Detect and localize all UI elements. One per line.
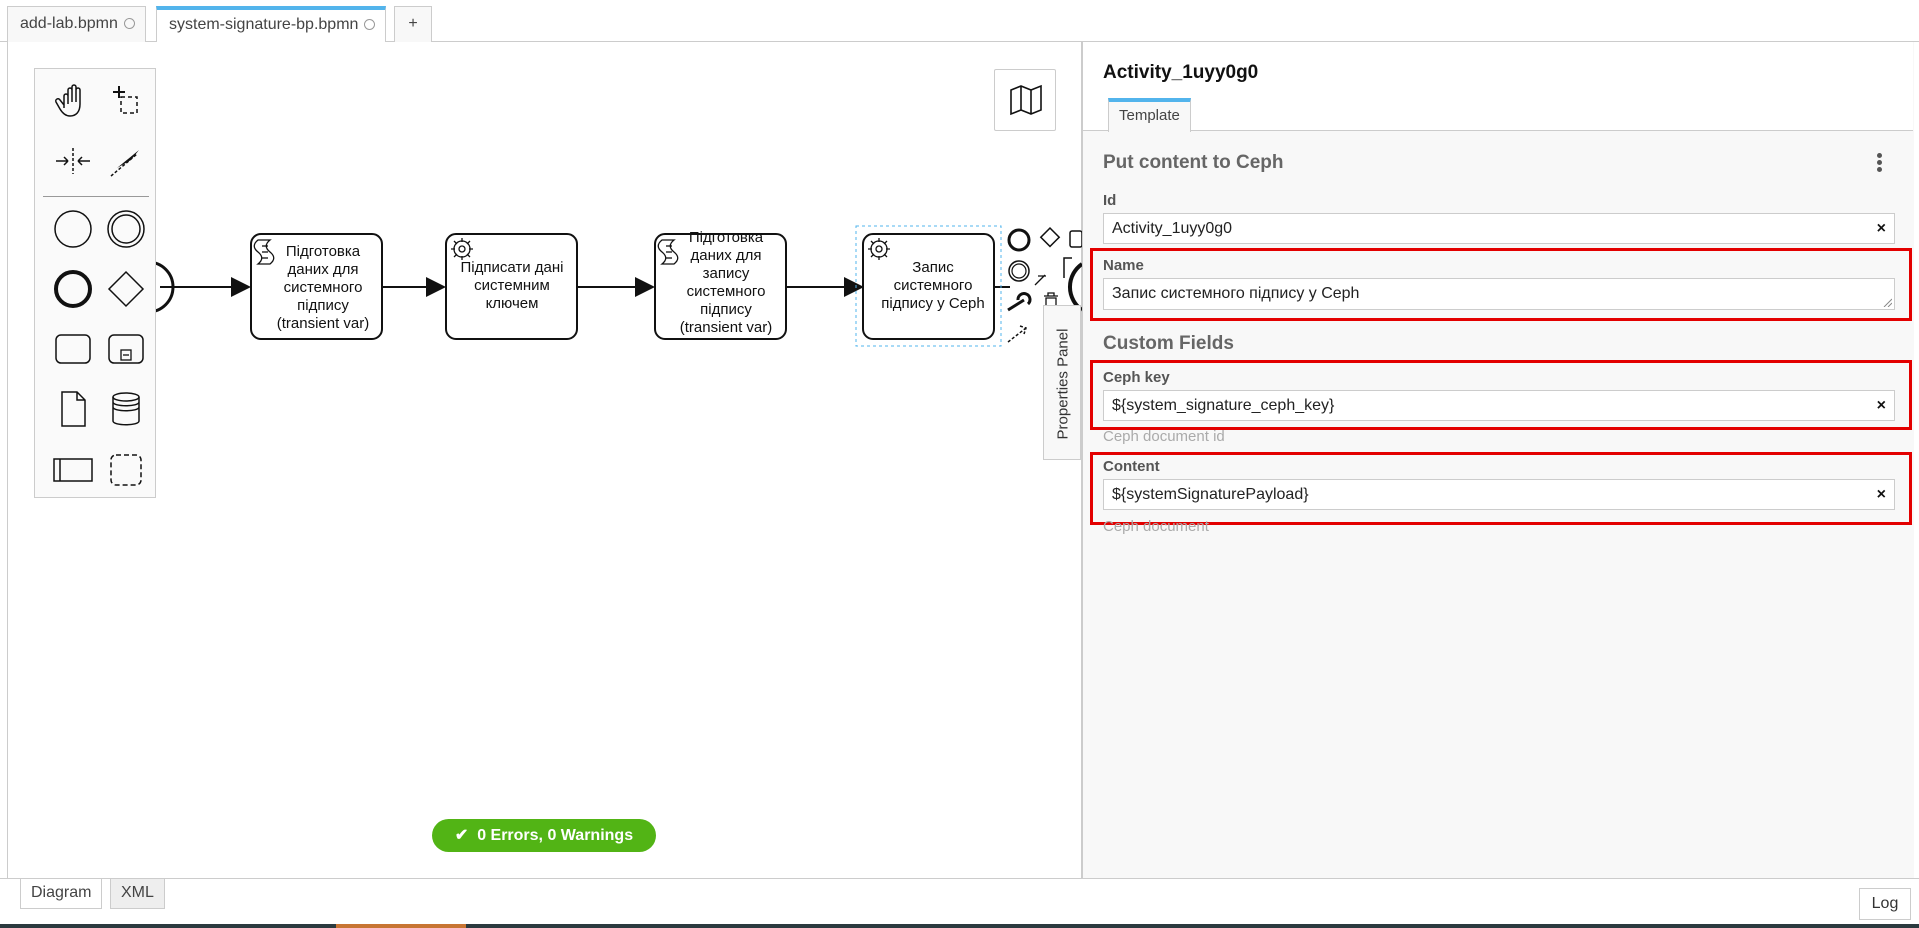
ceph-key-input[interactable]: ${system_signature_ceph_key} × — [1103, 390, 1895, 421]
element-title: Activity_1uyy0g0 — [1103, 62, 1259, 83]
subprocess-tool-icon[interactable] — [103, 326, 149, 372]
data-store-tool-icon[interactable] — [103, 386, 149, 432]
name-textarea[interactable]: Запис системного підпису у Ceph — [1103, 278, 1895, 310]
template-group-title: Put content to Ceph — [1103, 152, 1284, 173]
ceph-key-label: Ceph key — [1103, 369, 1170, 386]
task-label: Запис системного підпису у Ceph — [881, 259, 985, 312]
tab-xml[interactable]: XML — [110, 879, 165, 909]
content-input[interactable]: ${systemSignaturePayload} × — [1103, 479, 1895, 510]
text-annotation-icon[interactable] — [1034, 274, 1046, 286]
lint-status-text: 0 Errors, 0 Warnings — [477, 827, 634, 844]
tab-template[interactable]: Template — [1108, 98, 1191, 132]
tool-palette — [34, 68, 156, 498]
minimap-toggle-button[interactable] — [994, 69, 1056, 131]
content-label: Content — [1103, 458, 1160, 475]
content-value: ${systemSignaturePayload} — [1112, 486, 1309, 503]
clear-id-icon[interactable]: × — [1877, 214, 1886, 243]
task-label: Підготовка даних для запису системного п… — [679, 229, 773, 336]
start-event-tool-icon[interactable] — [50, 206, 96, 252]
lint-status-badge[interactable]: ✔ 0 Errors, 0 Warnings — [432, 819, 656, 852]
clear-ceph-key-icon[interactable]: × — [1877, 391, 1886, 420]
checkmark-icon: ✔ — [454, 827, 469, 844]
change-type-wrench-icon[interactable] — [1007, 292, 1032, 312]
properties-panel-toggle[interactable]: Properties Panel — [1043, 305, 1081, 460]
space-tool-icon[interactable] — [50, 138, 96, 184]
custom-fields-title: Custom Fields — [1103, 333, 1234, 354]
status-line-segment — [336, 924, 466, 928]
group-tool-icon[interactable] — [103, 446, 149, 492]
pool-tool-icon[interactable] — [50, 446, 96, 492]
global-connect-tool-icon[interactable] — [103, 138, 149, 184]
bottom-bar: Diagram XML Log — [0, 878, 1919, 928]
intermediate-event-tool-icon[interactable] — [103, 206, 149, 252]
properties-panel-toggle-label: Properties Panel — [1054, 328, 1072, 440]
append-gateway-icon[interactable] — [1039, 227, 1061, 248]
task-label: Підготовка даних для системного підпису … — [276, 243, 370, 332]
resize-handle-icon[interactable] — [1882, 297, 1892, 307]
id-label: Id — [1103, 192, 1117, 209]
ceph-key-value: ${system_signature_ceph_key} — [1112, 397, 1335, 414]
hand-tool-icon[interactable] — [50, 78, 96, 124]
task-label: Підписати дані системним ключем — [460, 259, 564, 312]
status-line — [0, 924, 1919, 928]
end-event[interactable] — [1068, 262, 1082, 312]
palette-separator — [43, 196, 149, 197]
name-value: Запис системного підпису у Ceph — [1112, 285, 1360, 302]
append-end-event-icon[interactable] — [1007, 228, 1031, 252]
properties-panel: Activity_1uyy0g0 Template Put content to… — [1082, 42, 1914, 878]
lasso-tool-icon[interactable] — [103, 78, 149, 124]
more-options-icon[interactable] — [1875, 152, 1883, 174]
task-tool-icon[interactable] — [50, 326, 96, 372]
name-label: Name — [1103, 257, 1144, 274]
end-event-tool-icon[interactable] — [50, 266, 96, 312]
tab-diagram[interactable]: Diagram — [20, 879, 103, 909]
map-icon — [1010, 84, 1042, 116]
data-object-tool-icon[interactable] — [50, 386, 96, 432]
bpmn-diagram — [147, 225, 1082, 347]
ceph-key-description: Ceph document id — [1103, 428, 1225, 445]
content-description: Ceph document — [1103, 518, 1209, 535]
gateway-tool-icon[interactable] — [103, 266, 149, 312]
properties-header: Activity_1uyy0g0 Template — [1083, 42, 1913, 132]
connect-icon[interactable] — [1007, 325, 1027, 343]
append-task-icon[interactable] — [1069, 230, 1082, 248]
id-input[interactable]: Activity_1uyy0g0 × — [1103, 213, 1895, 244]
log-button[interactable]: Log — [1859, 888, 1911, 920]
id-value: Activity_1uyy0g0 — [1112, 220, 1233, 237]
clear-content-icon[interactable]: × — [1877, 480, 1886, 509]
